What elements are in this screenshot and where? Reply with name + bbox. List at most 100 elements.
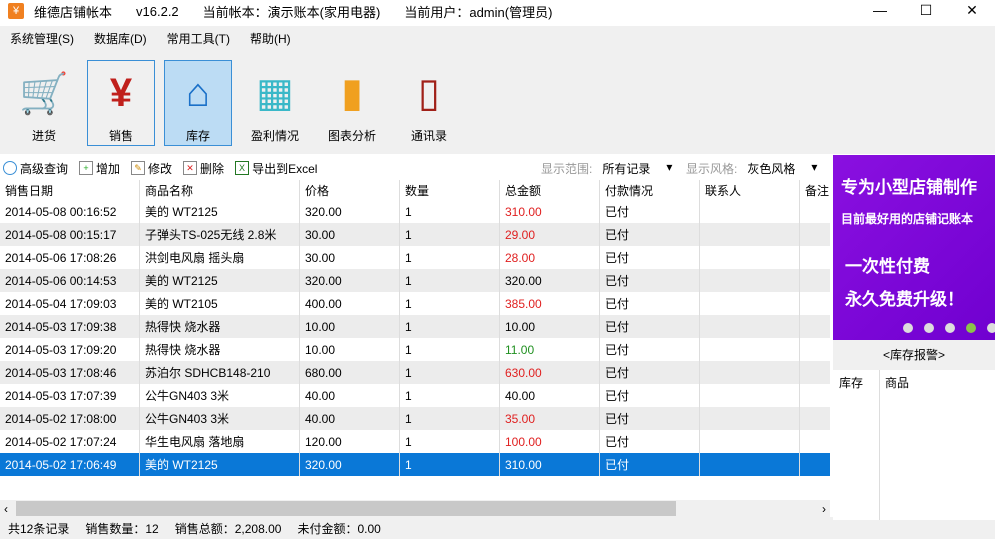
banner-line-1: 专为小型店铺制作 — [841, 178, 977, 197]
table-cell — [700, 200, 800, 223]
style-value: 灰色风格 — [747, 161, 796, 176]
table-cell: 2014-05-03 17:09:38 — [0, 315, 140, 338]
horizontal-scrollbar[interactable]: ‹ › — [0, 500, 830, 517]
menu-bar: 系统管理(S) 数据库(D) 常用工具(T) 帮助(H) — [0, 26, 995, 50]
table-cell: 11.00 — [500, 338, 600, 361]
table-cell — [800, 338, 830, 361]
stock-alarm-table: 库存 商品 — [833, 370, 995, 520]
carousel-dot[interactable] — [987, 323, 995, 333]
column-header[interactable]: 联系人 — [700, 180, 800, 200]
table-row[interactable]: 2014-05-08 00:16:52 美的 WT2125 320.00 1 310.0… — [0, 200, 830, 223]
column-header[interactable]: 销售日期 — [0, 180, 140, 200]
table-cell — [800, 407, 830, 430]
edit-button[interactable]: ✎ 修改 — [128, 160, 172, 177]
current-account: 当前帐本：演示账本(家用电器) — [202, 4, 381, 20]
table-cell — [700, 292, 800, 315]
advanced-search-button[interactable]: 高级查询 — [0, 160, 68, 177]
export-excel-button[interactable]: X 导出到Excel — [232, 160, 317, 177]
menu-tools[interactable]: 常用工具(T) — [157, 30, 240, 47]
table-cell: 1 — [400, 407, 500, 430]
table-cell: 子弹头TS-025无线 2.8米 — [140, 223, 300, 246]
table-cell: 美的 WT2125 — [140, 200, 300, 223]
table-row[interactable]: 2014-05-06 17:08:26 洪剑电风扇 摇头扇 30.00 1 28.00 已… — [0, 246, 830, 269]
app-version: v16.2.2 — [136, 3, 179, 19]
column-header[interactable]: 价格 — [300, 180, 400, 200]
table-cell: 630.00 — [500, 361, 600, 384]
add-button[interactable]: + 增加 — [76, 160, 120, 177]
table-cell: 洪剑电风扇 摇头扇 — [140, 246, 300, 269]
close-button[interactable]: ✕ — [949, 0, 995, 22]
table-row[interactable]: 2014-05-02 17:06:49 美的 WT2125 320.00 1 310.0… — [0, 453, 830, 476]
table-cell: 120.00 — [300, 430, 400, 453]
table-row[interactable]: 2014-05-08 00:15:17 子弹头TS-025无线 2.8米 30.00… — [0, 223, 830, 246]
table-cell: 28.00 — [500, 246, 600, 269]
sales-quantity: 销售数量：12 — [85, 521, 159, 536]
menu-database[interactable]: 数据库(D) — [84, 30, 157, 47]
table-row[interactable]: 2014-05-02 17:07:24 华生电风扇 落地扇 120.00 1 100.0… — [0, 430, 830, 453]
style-select[interactable]: 灰色风格 ▾ — [747, 160, 817, 177]
table-cell: 2014-05-02 17:06:49 — [0, 453, 140, 476]
table-row[interactable]: 2014-05-04 17:09:03 美的 WT2105 400.00 1 385.0… — [0, 292, 830, 315]
mobile-phone-icon: ▯ — [417, 71, 440, 115]
carousel-dot[interactable] — [903, 323, 913, 333]
table-cell: 400.00 — [300, 292, 400, 315]
table-cell: 30.00 — [300, 223, 400, 246]
bar-chart-icon: ▮ — [340, 71, 363, 115]
table-cell: 2014-05-08 00:15:17 — [0, 223, 140, 246]
table-row[interactable]: 2014-05-03 17:09:20 热得快 烧水器 10.00 1 11.00 已付 — [0, 338, 830, 361]
table-row[interactable]: 2014-05-02 17:08:00 公牛GN403 3米 40.00 1 35.00… — [0, 407, 830, 430]
table-cell — [800, 315, 830, 338]
menu-system[interactable]: 系统管理(S) — [0, 30, 84, 47]
carousel-dot[interactable] — [966, 323, 976, 333]
table-cell: 已付 — [600, 200, 700, 223]
column-header[interactable]: 备注 — [800, 180, 830, 200]
add-label: 增加 — [96, 161, 121, 176]
table-cell: 40.00 — [500, 384, 600, 407]
table-cell: 已付 — [600, 361, 700, 384]
scroll-right-icon[interactable]: › — [822, 502, 826, 516]
table-cell: 10.00 — [300, 315, 400, 338]
column-header[interactable]: 数量 — [400, 180, 500, 200]
promo-banner[interactable]: 专为小型店铺制作 目前最好用的店铺记账本 一次性付费 永久免费升级！ — [833, 155, 995, 340]
table-cell: 2014-05-03 17:08:46 — [0, 361, 140, 384]
table-cell: 2014-05-03 17:07:39 — [0, 384, 140, 407]
toolbar-label: 图表分析 — [327, 129, 376, 143]
alarm-col-product: 商品 — [885, 376, 910, 390]
table-cell: 2014-05-02 17:07:24 — [0, 430, 140, 453]
minimize-button[interactable]: — — [857, 0, 903, 22]
table-cell: 已付 — [600, 223, 700, 246]
scrollbar-thumb[interactable] — [16, 501, 676, 516]
table-row[interactable]: 2014-05-03 17:07:39 公牛GN403 3米 40.00 1 40.00… — [0, 384, 830, 407]
column-header[interactable]: 商品名称 — [140, 180, 300, 200]
table-cell: 1 — [400, 246, 500, 269]
table-cell: 320.00 — [300, 200, 400, 223]
table-cell: 310.00 — [500, 200, 600, 223]
scroll-left-icon[interactable]: ‹ — [0, 502, 8, 516]
menu-help[interactable]: 帮助(H) — [240, 30, 301, 47]
table-cell: 29.00 — [500, 223, 600, 246]
toolbar-button-calculator[interactable]: ▦ 盈利情况 — [241, 60, 309, 146]
table-cell: 385.00 — [500, 292, 600, 315]
table-cell — [800, 223, 830, 246]
delete-button[interactable]: ✕ 删除 — [180, 160, 224, 177]
toolbar-button-bar-chart[interactable]: ▮ 图表分析 — [318, 60, 386, 146]
table-cell — [800, 453, 830, 476]
carousel-dot[interactable] — [945, 323, 955, 333]
dropdown-arrow-icon: ▾ — [666, 159, 673, 174]
table-cell: 320.00 — [300, 453, 400, 476]
house-icon: ⌂ — [185, 70, 211, 115]
table-row[interactable]: 2014-05-03 17:08:46 苏泊尔 SDHCB148-210 680.0… — [0, 361, 830, 384]
table-row[interactable]: 2014-05-03 17:09:38 热得快 烧水器 10.00 1 10.00 已付 — [0, 315, 830, 338]
column-header[interactable]: 付款情况 — [600, 180, 700, 200]
carousel-dot[interactable] — [924, 323, 934, 333]
toolbar-button-cart-add[interactable]: 🛒 进货 — [10, 60, 78, 146]
table-cell: 2014-05-03 17:09:20 — [0, 338, 140, 361]
column-header[interactable]: 总金额 — [500, 180, 600, 200]
toolbar-button-mobile-phone[interactable]: ▯ 通讯录 — [395, 60, 463, 146]
toolbar-button-yen[interactable]: ¥ 销售 — [87, 60, 155, 146]
table-row[interactable]: 2014-05-06 00:14:53 美的 WT2125 320.00 1 320.0… — [0, 269, 830, 292]
maximize-button[interactable]: ☐ — [903, 0, 949, 22]
yen-icon: ¥ — [109, 70, 133, 115]
range-select[interactable]: 所有记录 ▾ — [602, 160, 672, 177]
toolbar-button-house[interactable]: ⌂ 库存 — [164, 60, 232, 146]
